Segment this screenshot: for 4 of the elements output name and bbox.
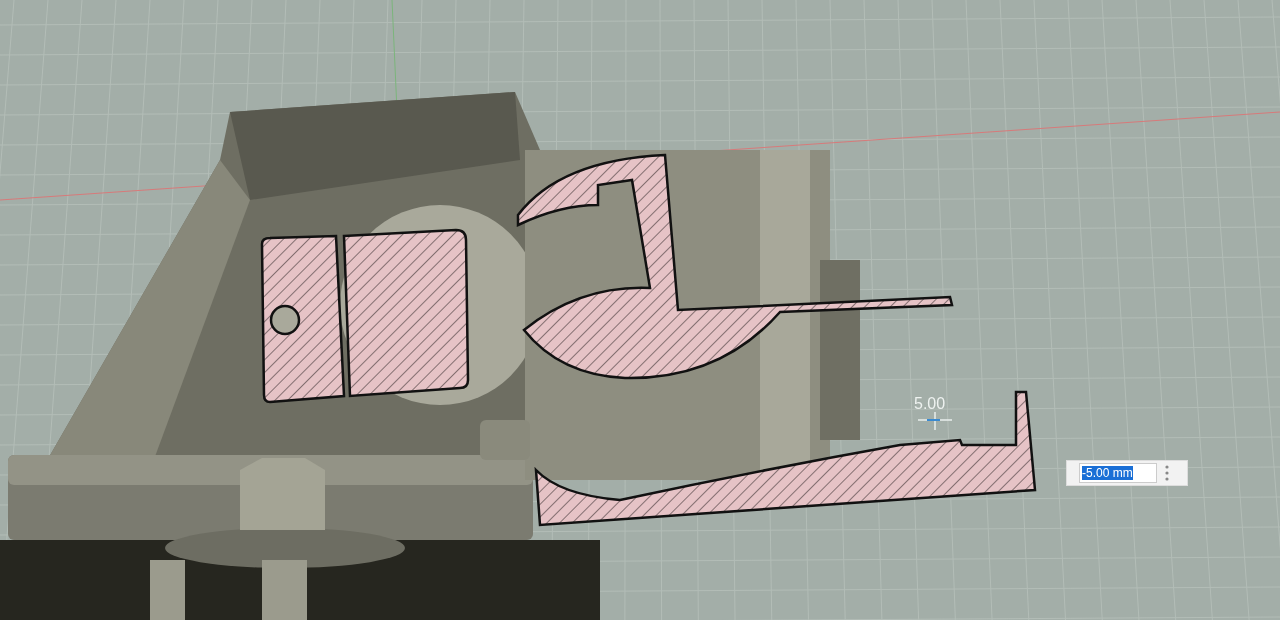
more-options-icon[interactable] bbox=[1165, 465, 1169, 481]
dimension-label: 5.00 bbox=[914, 395, 946, 413]
distance-input-field[interactable]: -5.00 mm bbox=[1079, 463, 1157, 483]
cad-viewport[interactable]: 5.00 -5.00 mm bbox=[0, 0, 1280, 620]
